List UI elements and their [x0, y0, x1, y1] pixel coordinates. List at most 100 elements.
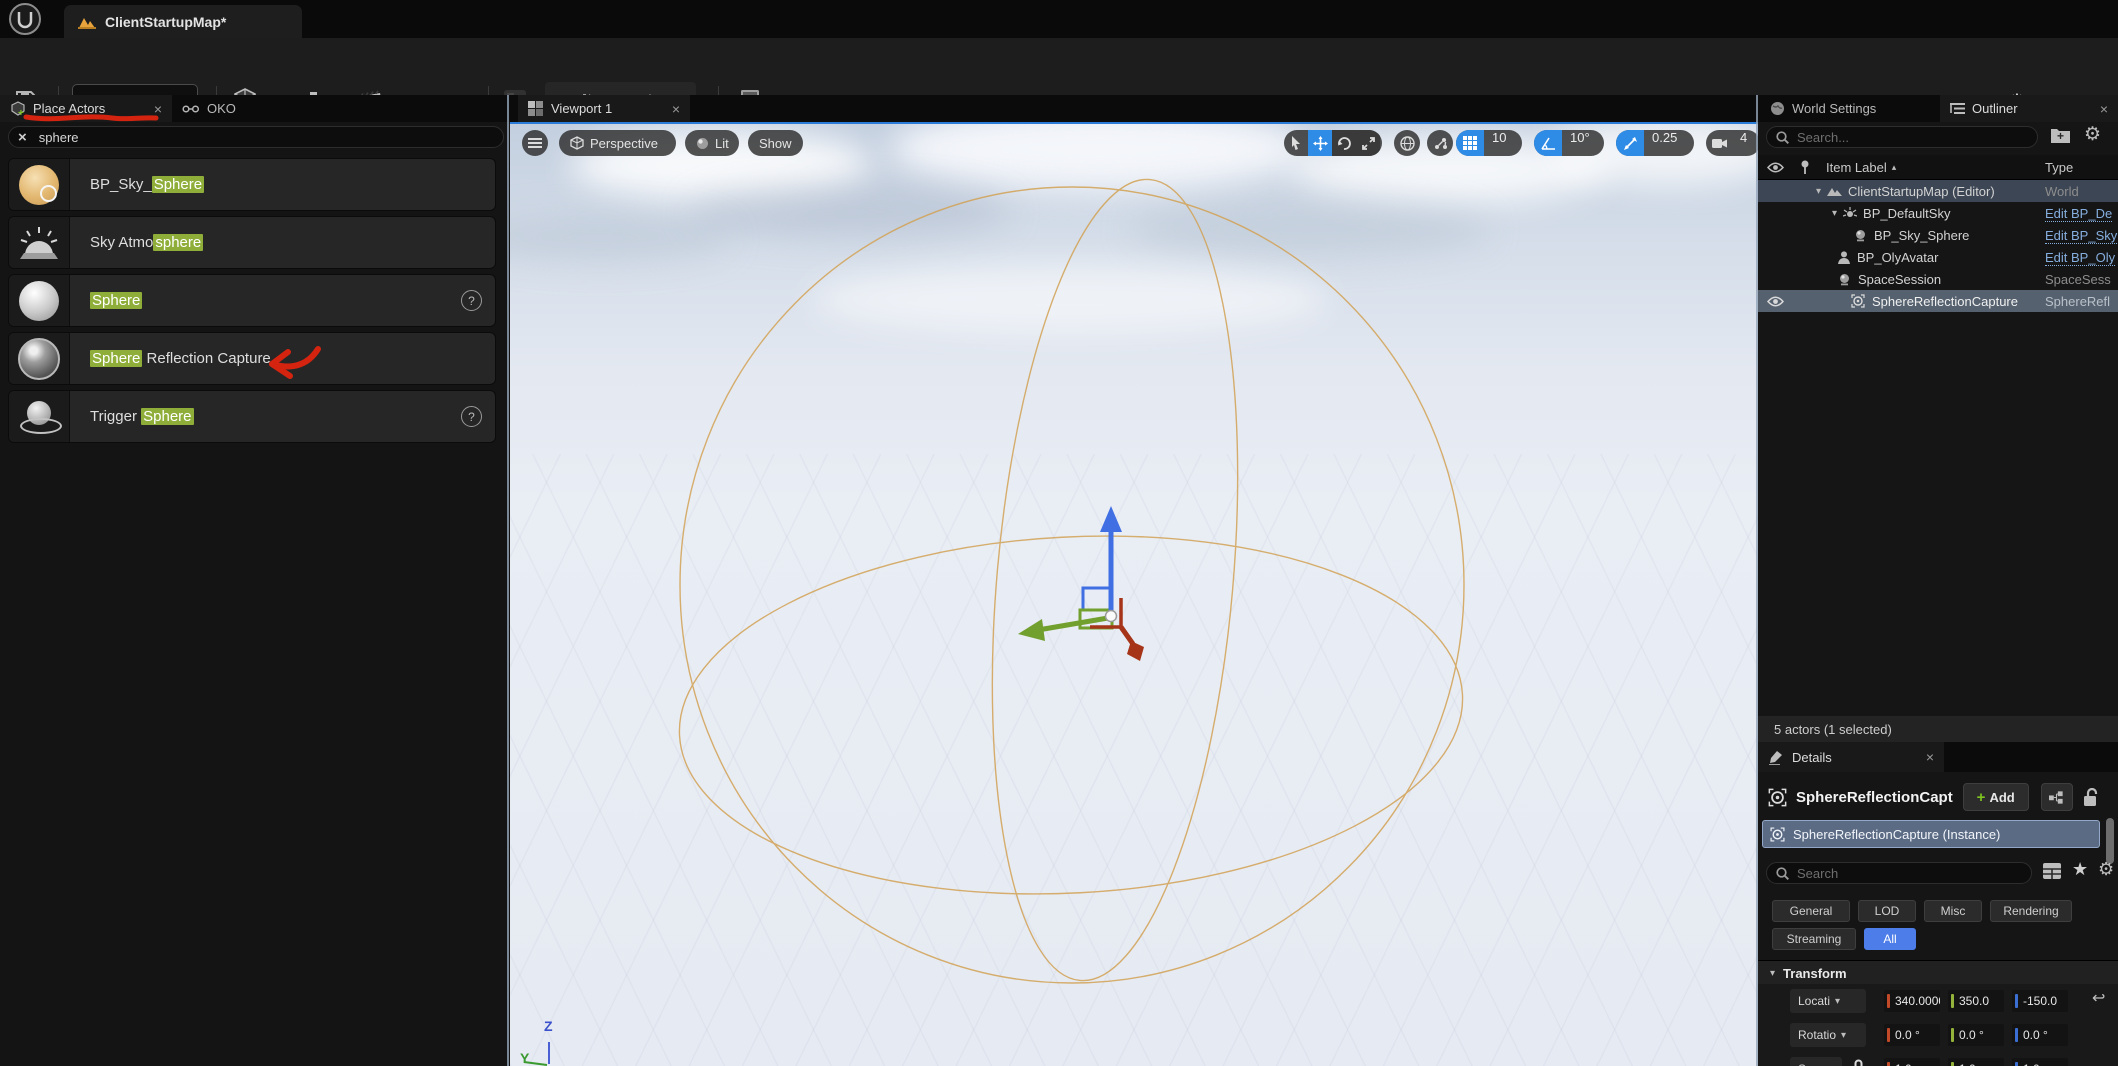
filter-chip-general[interactable]: General — [1772, 900, 1850, 922]
filter-chip-streaming[interactable]: Streaming — [1772, 928, 1856, 950]
outliner-row-sphere-reflection-capture[interactable]: SphereReflectionCapture SphereRefl — [1758, 290, 2118, 312]
scale-y-field[interactable]: 1.0 — [1948, 1058, 2004, 1066]
favorites-star-icon[interactable]: ★ — [2072, 859, 2088, 880]
select-cursor-icon[interactable] — [1284, 130, 1308, 156]
viewport-3d-scene[interactable]: Perspective Lit Show — [510, 124, 1758, 1066]
actor-list-item-sky-atmosphere[interactable]: Sky Atmosphere — [8, 216, 496, 269]
tab-oko[interactable]: OKO — [172, 95, 268, 122]
actor-list-item-sphere[interactable]: Sphere ? — [8, 274, 496, 327]
scale-x-field[interactable]: 1.0 — [1884, 1058, 1940, 1066]
scale-tool-icon[interactable] — [1356, 130, 1380, 156]
level-tab[interactable]: ClientStartupMap* — [64, 5, 302, 38]
scale-z-field[interactable]: 1.0 — [2012, 1058, 2068, 1066]
show-dropdown[interactable]: Show — [748, 130, 803, 156]
rotation-snap-value[interactable]: 10° — [1562, 130, 1598, 156]
expand-caret-icon[interactable]: ▾ — [1816, 186, 1821, 197]
outliner-settings-gear-icon[interactable]: ⚙ — [2084, 123, 2101, 146]
perspective-dropdown[interactable]: Perspective — [559, 130, 676, 156]
scale-snap-icon[interactable] — [1616, 130, 1644, 156]
close-icon[interactable]: × — [1926, 749, 1934, 765]
column-item-label[interactable]: Item Label — [1826, 160, 1887, 175]
filter-chip-all[interactable]: All — [1864, 928, 1916, 950]
rotation-snap-control[interactable]: 10° — [1534, 130, 1604, 156]
instance-row-selected[interactable]: SphereReflectionCapture (Instance) — [1762, 820, 2100, 848]
lit-mode-dropdown[interactable]: Lit — [685, 130, 739, 156]
edit-blueprint-button[interactable] — [2041, 783, 2073, 811]
outliner-row-spacesession[interactable]: SpaceSession SpaceSess — [1758, 268, 2118, 290]
scale-lock-icon[interactable] — [1852, 1059, 1865, 1066]
location-x-field[interactable]: 340.0000 — [1884, 990, 1940, 1012]
tab-label: World Settings — [1792, 101, 1876, 116]
camera-icon[interactable] — [1706, 130, 1732, 156]
tab-world-settings[interactable]: World Settings — [1760, 95, 1918, 122]
outliner-row-defaultsky[interactable]: ▾ BP_DefaultSky Edit BP_De — [1758, 202, 2118, 224]
rotate-tool-icon[interactable] — [1332, 130, 1356, 156]
edit-blueprint-link[interactable]: Edit BP_Sky — [2045, 228, 2117, 244]
world-local-toggle[interactable] — [1394, 130, 1420, 156]
grid-snap-icon[interactable] — [1456, 130, 1484, 156]
panel-splitter[interactable] — [507, 95, 509, 1066]
viewport-menu-button[interactable] — [522, 130, 548, 156]
filter-chip-lod[interactable]: LOD — [1858, 900, 1916, 922]
actor-search-input[interactable]: × sphere — [8, 126, 504, 148]
actor-list-item-trigger-sphere[interactable]: Trigger Sphere ? — [8, 390, 496, 443]
column-type[interactable]: Type — [2045, 160, 2073, 175]
right-panel: World Settings Outliner × Search... + ⚙ — [1758, 95, 2118, 1066]
clear-search-icon[interactable]: × — [18, 129, 27, 146]
rotation-z-field[interactable]: 0.0 ° — [2012, 1024, 2068, 1046]
camera-speed-value[interactable]: 4 — [1732, 130, 1755, 156]
outliner-row-map[interactable]: ▾ ClientStartupMap (Editor) World — [1758, 180, 2118, 202]
move-tool-icon[interactable] — [1308, 130, 1332, 156]
location-mode-dropdown[interactable]: Locati ▾ — [1790, 989, 1866, 1013]
tab-outliner[interactable]: Outliner × — [1940, 95, 2118, 122]
surface-snapping-button[interactable] — [1427, 130, 1453, 156]
eye-icon[interactable] — [1767, 162, 1784, 173]
transform-section-header[interactable]: ▾ Transform — [1758, 960, 2118, 985]
actor-list-item-sphere-reflection-capture[interactable]: Sphere Reflection Capture — [8, 332, 496, 385]
outliner-search-input[interactable]: Search... — [1766, 126, 2038, 148]
rotation-mode-dropdown[interactable]: Rotatio ▾ — [1790, 1023, 1866, 1047]
open-lock-icon[interactable] — [2083, 788, 2099, 807]
scale-mode-dropdown[interactable]: Sc ▾ — [1790, 1057, 1842, 1066]
add-folder-icon[interactable]: + — [2050, 126, 2071, 144]
help-icon[interactable]: ? — [461, 406, 482, 427]
location-z-field[interactable]: -150.0 — [2012, 990, 2068, 1012]
close-icon[interactable]: × — [2100, 101, 2108, 117]
help-icon[interactable]: ? — [461, 290, 482, 311]
grid-view-icon[interactable] — [2042, 862, 2062, 880]
tab-details[interactable]: Details × — [1758, 742, 1944, 772]
transform-rotation-row: Rotatio ▾ 0.0 ° 0.0 ° 0.0 ° — [1758, 1018, 2118, 1053]
add-component-button[interactable]: + Add — [1963, 783, 2029, 811]
angle-snap-icon[interactable] — [1534, 130, 1562, 156]
expand-caret-icon[interactable]: ▾ — [1832, 208, 1837, 219]
actor-list-item-bp-sky-sphere[interactable]: BP_Sky_Sphere — [8, 158, 496, 211]
details-scrollbar[interactable] — [2106, 818, 2114, 864]
tab-place-actors[interactable]: + Place Actors × — [0, 95, 172, 122]
filter-chip-misc[interactable]: Misc — [1924, 900, 1982, 922]
grid-snap-control[interactable]: 10 — [1456, 130, 1522, 156]
scale-snap-value[interactable]: 0.25 — [1644, 130, 1685, 156]
grid-snap-value[interactable]: 10 — [1484, 130, 1514, 156]
outliner-row-olyavatar[interactable]: BP_OlyAvatar Edit BP_Oly — [1758, 246, 2118, 268]
scale-snap-control[interactable]: 0.25 — [1616, 130, 1694, 156]
outliner-row-sky-sphere[interactable]: BP_Sky_Sphere Edit BP_Sky — [1758, 224, 2118, 246]
details-settings-gear-icon[interactable]: ⚙ — [2098, 859, 2114, 880]
eye-icon[interactable] — [1767, 296, 1784, 307]
tab-label: Place Actors — [33, 101, 105, 116]
close-icon[interactable]: × — [154, 101, 162, 117]
edit-blueprint-link[interactable]: Edit BP_De — [2045, 206, 2112, 222]
pin-icon[interactable] — [1800, 160, 1810, 175]
edit-blueprint-link[interactable]: Edit BP_Oly — [2045, 250, 2115, 266]
details-search-input[interactable]: Search — [1766, 862, 2032, 884]
location-y-field[interactable]: 350.0 — [1948, 990, 2004, 1012]
rotation-x-field[interactable]: 0.0 ° — [1884, 1024, 1940, 1046]
tab-viewport-1[interactable]: Viewport 1 × — [518, 95, 690, 122]
rotation-y-field[interactable]: 0.0 ° — [1948, 1024, 2004, 1046]
world-settings-icon — [1770, 101, 1785, 116]
camera-speed-control[interactable]: 4 — [1706, 130, 1758, 156]
close-icon[interactable]: × — [672, 101, 680, 117]
lit-sphere-icon — [696, 137, 709, 150]
filter-chip-rendering[interactable]: Rendering — [1990, 900, 2072, 922]
reset-to-default-icon[interactable]: ↩ — [2092, 988, 2105, 1008]
unreal-logo-icon[interactable] — [8, 2, 42, 36]
